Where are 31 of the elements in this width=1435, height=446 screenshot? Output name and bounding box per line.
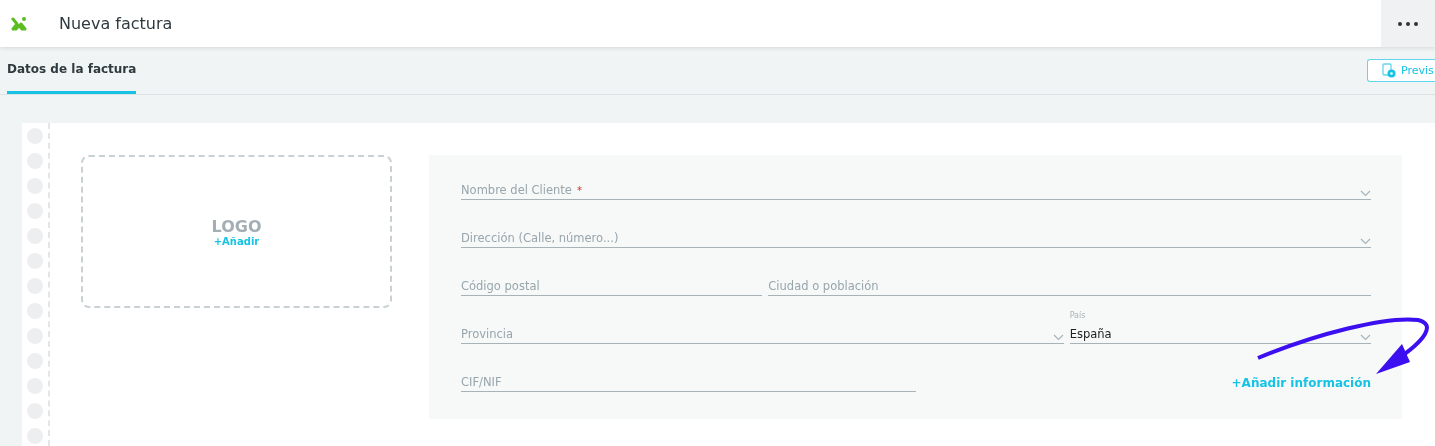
document-eye-icon [1382, 63, 1396, 78]
page-title: Nueva factura [59, 14, 174, 33]
more-menu-button[interactable] [1381, 0, 1435, 47]
select-field[interactable]: País España [1069, 304, 1371, 344]
field-placeholder: Código postal [461, 279, 541, 293]
field-placeholder: Dirección (Calle, número...) [461, 231, 620, 245]
chevron-down-icon [1052, 334, 1064, 341]
add-logo-link[interactable]: +Añadir [213, 235, 260, 247]
field-value: España [1069, 327, 1113, 341]
select-field[interactable]: Dirección (Calle, número...) [461, 208, 1371, 248]
input-field[interactable]: Ciudad o población [768, 256, 1371, 296]
app-logo-icon [11, 15, 27, 32]
chevron-down-icon [1360, 190, 1371, 197]
field-placeholder: CIF/NIF [461, 375, 503, 389]
logo-placeholder: LOGO [211, 216, 262, 236]
field-label: País [1069, 311, 1086, 320]
required-mark: * [576, 185, 582, 196]
field-placeholder: Nombre del Cliente * [461, 183, 583, 197]
select-field[interactable]: Nombre del Cliente * [461, 160, 1371, 200]
input-field[interactable]: Código postal [461, 256, 763, 296]
input-field[interactable]: CIF/NIF [461, 352, 916, 392]
select-field[interactable]: Provincia [461, 304, 1064, 344]
chevron-down-icon [1360, 334, 1371, 341]
more-icon [1398, 21, 1418, 26]
add-info-link[interactable]: +Añadir información [1231, 376, 1371, 392]
chevron-down-icon [1360, 238, 1371, 245]
preview-button[interactable]: Previs [1367, 59, 1435, 82]
field-placeholder: Provincia [461, 327, 515, 341]
tab[interactable]: Datos de la factura [7, 47, 137, 94]
field-placeholder: Ciudad o población [768, 279, 880, 293]
logo-dropzone[interactable]: LOGO +Añadir [81, 155, 392, 308]
